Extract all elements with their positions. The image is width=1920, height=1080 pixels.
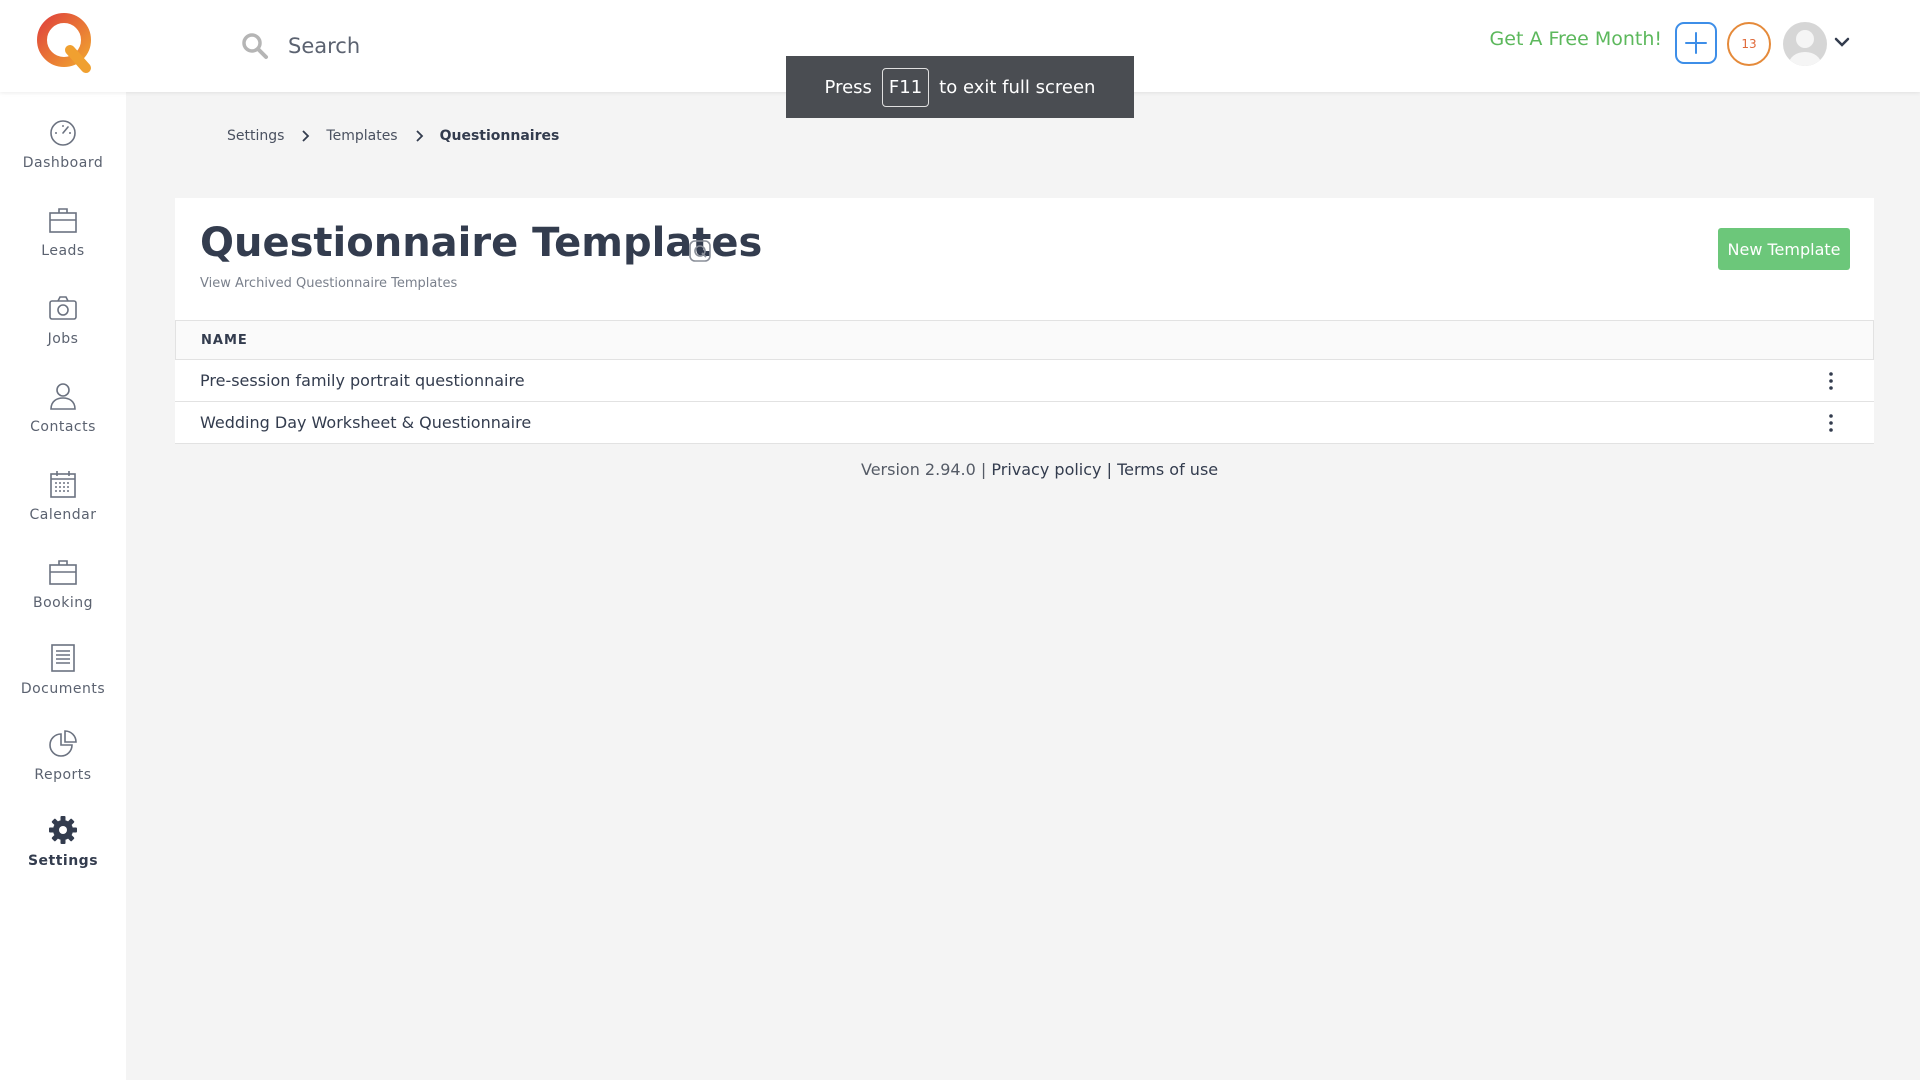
templates-card: Questionnaire Templates View Archived Qu… bbox=[175, 198, 1874, 444]
sidebar-item-label: Reports bbox=[34, 767, 92, 783]
template-name[interactable]: Pre-session family portrait questionnair… bbox=[200, 371, 525, 390]
page-title: Questionnaire Templates bbox=[200, 220, 763, 266]
camera-icon bbox=[49, 296, 77, 320]
chevron-right-icon bbox=[415, 130, 423, 142]
sidebar-item-documents[interactable]: Documents bbox=[0, 642, 126, 722]
add-button[interactable] bbox=[1675, 22, 1717, 64]
template-name[interactable]: Wedding Day Worksheet & Questionnaire bbox=[200, 413, 531, 432]
sidebar-item-dashboard[interactable]: Dashboard bbox=[0, 116, 126, 196]
version-text: Version 2.94.0 | bbox=[861, 460, 987, 479]
sidebar-item-calendar[interactable]: Calendar bbox=[0, 468, 126, 548]
free-month-link[interactable]: Get A Free Month! bbox=[1490, 28, 1662, 50]
sidebar-item-label: Booking bbox=[33, 595, 93, 611]
avatar-icon bbox=[1789, 30, 1821, 66]
chevron-right-icon bbox=[302, 130, 310, 142]
sidebar-item-label: Contacts bbox=[30, 419, 96, 435]
search-icon[interactable] bbox=[240, 31, 270, 61]
person-icon bbox=[50, 383, 76, 410]
privacy-policy-link[interactable]: Privacy policy bbox=[991, 460, 1101, 479]
notification-badge[interactable]: 13 bbox=[1727, 22, 1771, 66]
gauge-icon bbox=[50, 120, 76, 146]
breadcrumb-settings[interactable]: Settings bbox=[227, 128, 284, 144]
templates-table: NAME Pre-session family portrait questio… bbox=[175, 320, 1874, 444]
view-archived-link[interactable]: View Archived Questionnaire Templates bbox=[200, 276, 457, 291]
table-row[interactable]: Pre-session family portrait questionnair… bbox=[175, 360, 1874, 402]
sidebar-item-reports[interactable]: Reports bbox=[0, 728, 126, 808]
toast-text-after: to exit full screen bbox=[939, 76, 1096, 98]
document-icon bbox=[51, 644, 75, 672]
more-vertical-icon[interactable] bbox=[1828, 371, 1834, 391]
calendar-icon bbox=[50, 471, 76, 498]
table-header: NAME bbox=[175, 320, 1874, 360]
column-header-name[interactable]: NAME bbox=[201, 333, 248, 348]
footer-separator: | bbox=[1106, 460, 1112, 479]
terms-of-use-link[interactable]: Terms of use bbox=[1117, 460, 1218, 479]
sidebar-item-label: Documents bbox=[20, 681, 106, 697]
search-bar bbox=[240, 28, 588, 64]
logo-icon[interactable] bbox=[34, 10, 98, 74]
help-icon[interactable] bbox=[689, 240, 711, 262]
sidebar-item-settings[interactable]: Settings bbox=[0, 814, 126, 894]
sidebar-item-booking[interactable]: Booking bbox=[0, 556, 126, 636]
sidebar-item-leads[interactable]: Leads bbox=[0, 204, 126, 284]
footer: Version 2.94.0 | Privacy policy | Terms … bbox=[861, 460, 1218, 479]
toast-key: F11 bbox=[881, 67, 930, 107]
sidebar-item-label: Settings bbox=[27, 853, 99, 869]
sidebar-item-label: Calendar bbox=[29, 507, 97, 523]
breadcrumb-templates[interactable]: Templates bbox=[326, 128, 397, 144]
briefcase-icon bbox=[49, 560, 77, 585]
sidebar-item-label: Dashboard bbox=[22, 155, 104, 171]
sidebar-item-contacts[interactable]: Contacts bbox=[0, 380, 126, 460]
sidebar-item-jobs[interactable]: Jobs bbox=[0, 292, 126, 372]
chevron-down-icon[interactable] bbox=[1834, 36, 1850, 48]
fullscreen-toast: Press F11 to exit full screen bbox=[786, 56, 1134, 118]
toast-text-before: Press bbox=[824, 76, 872, 98]
table-row[interactable]: Wedding Day Worksheet & Questionnaire bbox=[175, 402, 1874, 444]
new-template-button[interactable]: New Template bbox=[1718, 228, 1850, 270]
sidebar-item-label: Leads bbox=[41, 243, 85, 259]
search-input[interactable] bbox=[288, 34, 588, 58]
sidebar: Dashboard Leads Jobs Contacts Calendar B… bbox=[0, 92, 126, 1080]
avatar[interactable] bbox=[1783, 22, 1827, 66]
gear-icon bbox=[49, 816, 77, 844]
pie-chart-icon bbox=[49, 730, 77, 757]
breadcrumb: Settings Templates Questionnaires bbox=[227, 128, 559, 144]
briefcase-icon bbox=[49, 208, 77, 233]
breadcrumb-current: Questionnaires bbox=[439, 128, 560, 144]
sidebar-item-label: Jobs bbox=[47, 331, 79, 347]
more-vertical-icon[interactable] bbox=[1828, 413, 1834, 433]
plus-icon bbox=[1685, 32, 1707, 54]
